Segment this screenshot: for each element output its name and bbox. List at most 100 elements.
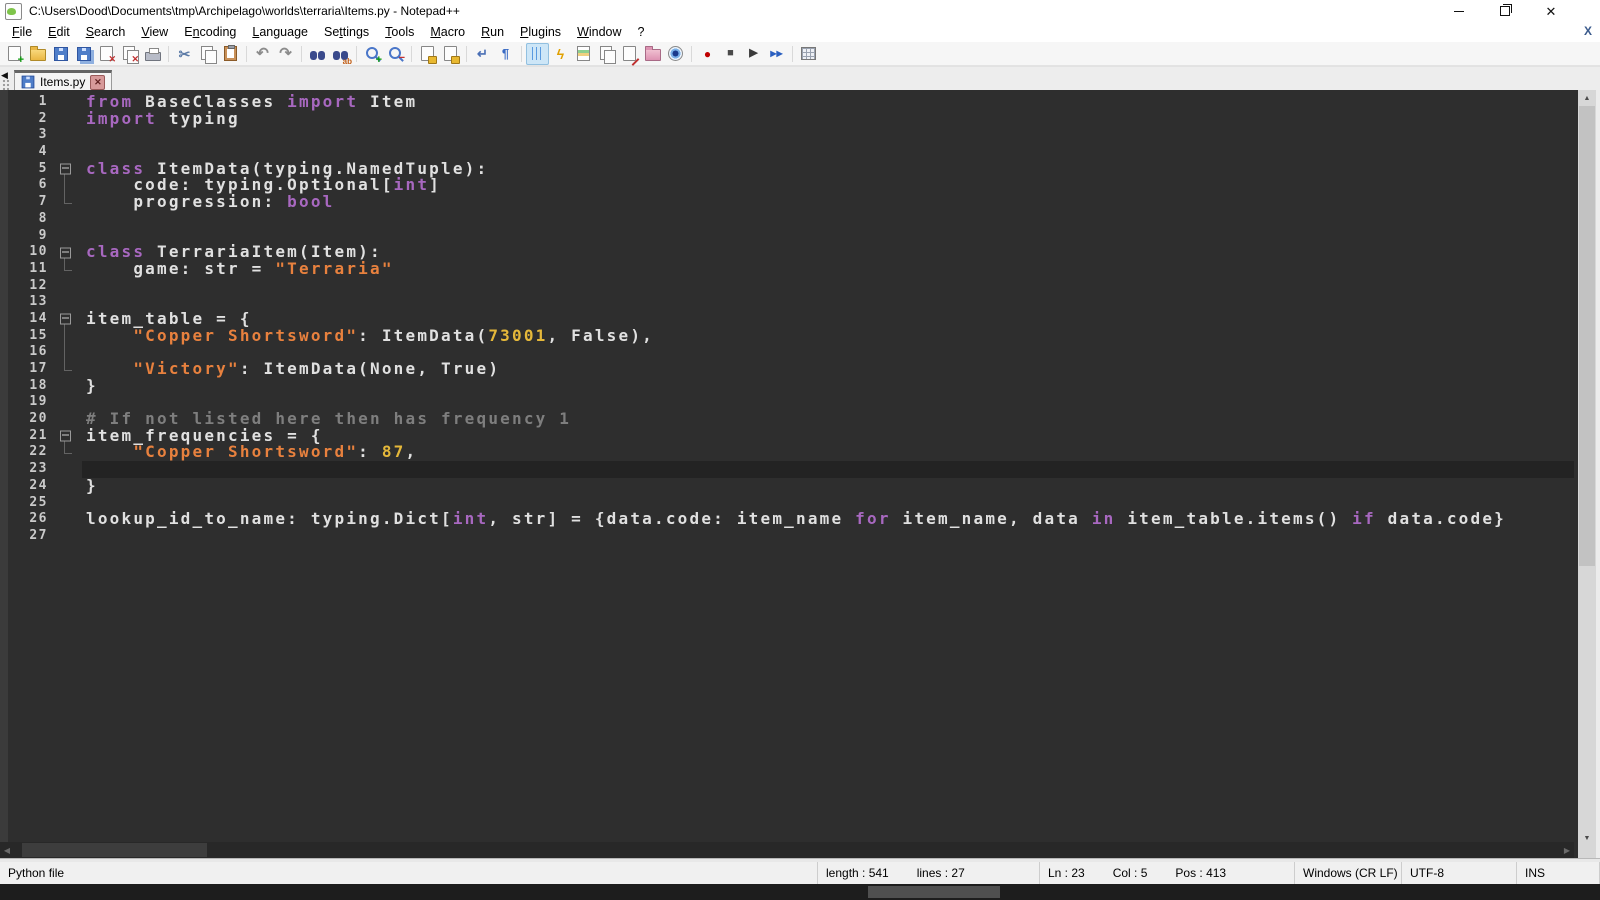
- code-line-24[interactable]: 24}: [8, 478, 1574, 495]
- sync-horizontal-scrolling-button[interactable]: [439, 43, 462, 65]
- code-text[interactable]: "Copper Shortsword": ItemData(73001, Fal…: [82, 328, 1574, 345]
- code-text[interactable]: import typing: [82, 111, 1574, 128]
- menu-file[interactable]: File: [4, 23, 40, 41]
- indent-guide-button[interactable]: [526, 43, 549, 65]
- code-line-2[interactable]: 2import typing: [8, 111, 1574, 128]
- menu-tools[interactable]: Tools: [377, 23, 422, 41]
- code-line-11[interactable]: 11 game: str = "Terraria": [8, 261, 1574, 278]
- menu-search[interactable]: Search: [78, 23, 134, 41]
- macro-save-button[interactable]: [797, 43, 820, 65]
- print-button[interactable]: [141, 43, 164, 65]
- close-button[interactable]: ✕: [1528, 0, 1574, 22]
- monitoring-button[interactable]: [664, 43, 687, 65]
- menu-macro[interactable]: Macro: [422, 23, 473, 41]
- vertical-scrollbar-thumb[interactable]: [1579, 106, 1595, 566]
- code-text[interactable]: [82, 461, 1574, 478]
- horizontal-scrollbar[interactable]: ◀ ▶: [0, 842, 1574, 858]
- menu-window[interactable]: Window: [569, 23, 629, 41]
- menu-view[interactable]: View: [133, 23, 176, 41]
- fold-collapse-icon[interactable]: [60, 431, 71, 442]
- code-line-3[interactable]: 3: [8, 127, 1574, 144]
- code-text[interactable]: "Victory": ItemData(None, True): [82, 361, 1574, 378]
- macro-record-button[interactable]: ●: [696, 43, 719, 65]
- redo-button[interactable]: ↷: [274, 43, 297, 65]
- menu-[interactable]: ?: [630, 23, 653, 41]
- word-wrap-button[interactable]: ↵: [471, 43, 494, 65]
- vertical-scrollbar[interactable]: ▲ ▼: [1578, 90, 1596, 846]
- fold-margin-start[interactable]: [52, 161, 82, 178]
- code-line-27[interactable]: 27: [8, 528, 1574, 545]
- macro-run-multiple-button[interactable]: ▶▶: [765, 43, 788, 65]
- document-list-button[interactable]: [595, 43, 618, 65]
- menu-run[interactable]: Run: [473, 23, 512, 41]
- open-file-button[interactable]: [26, 43, 49, 65]
- paste-button[interactable]: [219, 43, 242, 65]
- code-text[interactable]: }: [82, 478, 1574, 495]
- tab-close-icon[interactable]: ✕: [90, 75, 105, 90]
- scroll-up-icon[interactable]: ▲: [1578, 90, 1596, 106]
- menu-settings[interactable]: Settings: [316, 23, 377, 41]
- find-button[interactable]: [306, 43, 329, 65]
- code-text[interactable]: [82, 127, 1574, 144]
- code-text[interactable]: "Copper Shortsword": 87,: [82, 444, 1574, 461]
- status-encoding: UTF-8: [1402, 862, 1517, 884]
- code-text[interactable]: [82, 211, 1574, 228]
- macro-stop-button[interactable]: ■: [719, 43, 742, 65]
- code-line-26[interactable]: 26lookup_id_to_name: typing.Dict[int, st…: [8, 511, 1574, 528]
- document-close-icon[interactable]: X: [1584, 24, 1592, 38]
- code-text[interactable]: [82, 278, 1574, 295]
- document-map-button[interactable]: [572, 43, 595, 65]
- zoom-in-button[interactable]: +: [361, 43, 384, 65]
- code-line-17[interactable]: 17 "Victory": ItemData(None, True): [8, 361, 1574, 378]
- fold-collapse-icon[interactable]: [60, 164, 71, 175]
- menu-encoding[interactable]: Encoding: [176, 23, 244, 41]
- zoom-out-button[interactable]: −: [384, 43, 407, 65]
- code-line-1[interactable]: 1from BaseClasses import Item: [8, 94, 1574, 111]
- fold-margin-start[interactable]: [52, 428, 82, 445]
- code-text[interactable]: game: str = "Terraria": [82, 261, 1574, 278]
- horizontal-scrollbar-thumb[interactable]: [22, 843, 207, 857]
- code-text[interactable]: lookup_id_to_name: typing.Dict[int, str]…: [82, 511, 1574, 528]
- new-file-button[interactable]: +: [3, 43, 26, 65]
- save-file-button[interactable]: [49, 43, 72, 65]
- tab-items-py[interactable]: Items.py ✕: [14, 70, 112, 91]
- code-text[interactable]: progression: bool: [82, 194, 1574, 211]
- code-line-18[interactable]: 18}: [8, 378, 1574, 395]
- code-view[interactable]: 1from BaseClasses import Item2import typ…: [8, 90, 1574, 842]
- code-text[interactable]: [82, 294, 1574, 311]
- save-all-button[interactable]: [72, 43, 95, 65]
- function-list-button[interactable]: ϟ: [549, 43, 572, 65]
- fold-margin-start[interactable]: [52, 311, 82, 328]
- fold-margin-start[interactable]: [52, 244, 82, 261]
- folder-as-workspace-button[interactable]: [641, 43, 664, 65]
- fold-collapse-icon[interactable]: [60, 247, 71, 258]
- minimize-button[interactable]: [1436, 0, 1482, 22]
- code-line-23[interactable]: 23: [8, 461, 1574, 478]
- scroll-down-icon[interactable]: ▼: [1578, 830, 1596, 846]
- code-line-15[interactable]: 15 "Copper Shortsword": ItemData(73001, …: [8, 328, 1574, 345]
- undo-button[interactable]: ↶: [251, 43, 274, 65]
- scroll-right-icon[interactable]: ▶: [1560, 842, 1574, 858]
- scroll-left-icon[interactable]: ◀: [0, 842, 14, 858]
- cut-button[interactable]: ✂: [173, 43, 196, 65]
- menu-language[interactable]: Language: [244, 23, 316, 41]
- code-line-7[interactable]: 7 progression: bool: [8, 194, 1574, 211]
- code-text[interactable]: [82, 528, 1574, 545]
- menu-plugins[interactable]: Plugins: [512, 23, 569, 41]
- code-text[interactable]: from BaseClasses import Item: [82, 94, 1574, 111]
- fold-collapse-icon[interactable]: [60, 314, 71, 325]
- define-language-button[interactable]: [618, 43, 641, 65]
- show-all-characters-button[interactable]: ¶: [494, 43, 517, 65]
- code-line-8[interactable]: 8: [8, 211, 1574, 228]
- code-text[interactable]: }: [82, 378, 1574, 395]
- code-line-22[interactable]: 22 "Copper Shortsword": 87,: [8, 444, 1574, 461]
- macro-playback-button[interactable]: ▶: [742, 43, 765, 65]
- close-all-button[interactable]: ✕: [118, 43, 141, 65]
- close-file-button[interactable]: ✕: [95, 43, 118, 65]
- sync-vertical-scrolling-button[interactable]: [416, 43, 439, 65]
- replace-button[interactable]: ab: [329, 43, 352, 65]
- code-line-12[interactable]: 12: [8, 278, 1574, 295]
- copy-button[interactable]: [196, 43, 219, 65]
- restore-button[interactable]: [1482, 0, 1528, 22]
- menu-edit[interactable]: Edit: [40, 23, 78, 41]
